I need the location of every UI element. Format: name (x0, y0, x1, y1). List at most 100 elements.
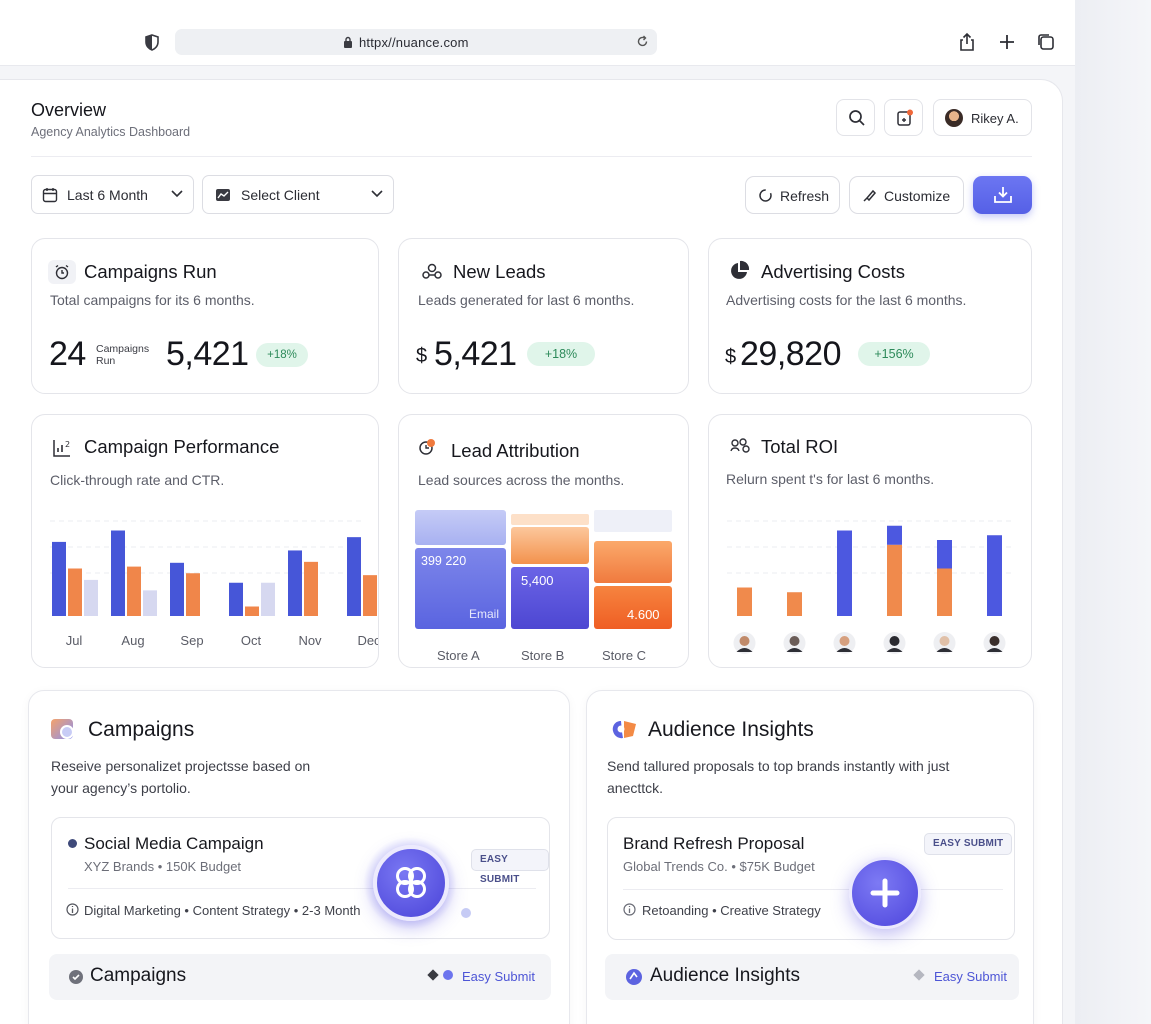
campaign-meta: XYZ Brands • 150K Budget (84, 859, 242, 874)
attribution-icon (419, 439, 435, 455)
campaign-action-button[interactable] (373, 845, 449, 921)
bar (245, 606, 259, 616)
client-value: Select Client (241, 187, 320, 203)
user-menu[interactable]: Rikey A. (933, 99, 1032, 136)
card-desc: Relurn spent t's for last 6 months. (726, 471, 935, 487)
bar (127, 566, 141, 616)
campaigns-icon (51, 719, 77, 741)
refresh-label: Refresh (780, 188, 830, 204)
bar (737, 587, 752, 616)
section-title: Audience Insights (648, 718, 814, 741)
proposal-meta: Global Trends Co. • $75K Budget (623, 859, 815, 874)
reload-icon[interactable] (636, 35, 649, 48)
page-subtitle: Agency Analytics Dashboard (31, 125, 191, 139)
card-desc: Advertising costs for the last 6 months. (726, 292, 967, 308)
x-tick-label: Aug (121, 633, 144, 648)
download-button[interactable] (973, 176, 1032, 214)
section-desc: Reseive personalizet projectsse based on… (51, 758, 311, 796)
campaign-performance-card: 2 Campaign Performance Click-through rat… (31, 414, 379, 668)
audience-strip[interactable]: Audience Insights Easy Submit (605, 954, 1019, 1000)
bar (987, 535, 1002, 616)
header-divider (31, 156, 1032, 157)
leads-icon (422, 263, 442, 279)
card-desc: Lead sources across the months. (418, 472, 625, 488)
lock-icon (344, 36, 352, 48)
proposal-tags: Retoanding • Creative Strategy (642, 903, 821, 918)
divider (68, 888, 536, 889)
change-badge: +18% (256, 343, 308, 367)
customize-button[interactable]: Customize (849, 176, 964, 214)
easy-submit-link[interactable]: Easy Submit (934, 969, 1007, 984)
address-bar[interactable]: httpx//nuance.com (175, 29, 657, 55)
indicator-dot (461, 908, 471, 918)
link-icon (396, 867, 426, 898)
chevron-down-icon (371, 190, 383, 198)
x-tick-label: Jul (66, 633, 83, 648)
currency-symbol: $ (416, 345, 428, 367)
card-title: Total ROI (761, 436, 839, 457)
bar (837, 530, 852, 616)
total-roi-chart (727, 520, 1014, 654)
search-button[interactable] (836, 99, 875, 136)
x-tick-label: Store C (602, 648, 646, 663)
x-tick-label: Oct (241, 633, 262, 648)
proposal-item[interactable]: Brand Refresh Proposal Global Trends Co.… (607, 817, 1015, 940)
user-name: Rikey A. (971, 111, 1019, 126)
refresh-button[interactable]: Refresh (745, 176, 840, 214)
section-title: Campaigns (88, 718, 195, 741)
people-icon (730, 438, 750, 453)
audience-insights-section: Audience Insights Send tallured proposal… (586, 690, 1034, 1024)
campaign-item[interactable]: Social Media Campaign XYZ Brands • 150K … (51, 817, 550, 939)
card-title: Campaigns Run (84, 261, 217, 282)
card-title: New Leads (453, 261, 546, 282)
stat-value: 5,421 (434, 335, 517, 373)
browser-toolbar: httpx//nuance.com (0, 0, 1075, 66)
bar (84, 579, 98, 616)
divider (623, 889, 1003, 890)
easy-submit-badge[interactable]: EASY SUBMIT (471, 849, 549, 885)
bar (288, 550, 302, 616)
dot-icon (443, 970, 453, 980)
easy-submit-link[interactable]: Easy Submit (462, 969, 535, 984)
audience-icon (612, 721, 636, 739)
alarm-icon (48, 260, 76, 284)
easy-submit-badge[interactable]: EASY SUBMIT (924, 833, 1013, 855)
add-proposal-button[interactable] (849, 857, 921, 929)
x-tick-label: Sep (180, 633, 203, 648)
settings-icon (69, 970, 83, 984)
new-tab-icon[interactable] (997, 32, 1017, 52)
notifications-button[interactable] (884, 99, 923, 136)
info-icon (66, 903, 79, 916)
card-title: Lead Attribution (451, 440, 580, 461)
client-select[interactable]: Select Client (202, 175, 394, 214)
diamond-icon (427, 969, 439, 981)
bar (347, 537, 361, 616)
bar (52, 541, 66, 616)
bar-chart-icon: 2 (53, 440, 70, 457)
bar (261, 582, 275, 616)
x-tick-label: Store A (437, 648, 480, 663)
bar (68, 568, 82, 616)
bar (170, 562, 184, 616)
stat-value: 5,421 (166, 335, 249, 373)
bar (937, 568, 952, 616)
campaigns-strip[interactable]: Campaigns Easy Submit (49, 954, 551, 1000)
campaign-performance-chart: Jul Aug Sep Oct Nov Dec (50, 520, 378, 648)
period-value: Last 6 Month (67, 187, 148, 203)
bar (937, 540, 952, 569)
chevron-down-icon (171, 190, 183, 198)
shield-icon[interactable] (144, 34, 160, 51)
card-title: Campaign Performance (84, 436, 280, 457)
bar-label: 5,400 (521, 573, 554, 588)
customize-label: Customize (884, 188, 951, 204)
share-icon[interactable] (957, 32, 977, 52)
notification-icon (897, 109, 913, 126)
x-tick-label: Dec (357, 633, 378, 648)
tabs-icon[interactable] (1036, 32, 1056, 52)
campaign-tags: Digital Marketing • Content Strategy • 2… (84, 903, 361, 918)
campaigns-section: Campaigns Reseive personalizet projectss… (28, 690, 570, 1024)
period-select[interactable]: Last 6 Month (31, 175, 194, 214)
page-background (1075, 0, 1151, 1024)
currency-symbol: $ (725, 346, 737, 368)
lead-attribution-card: Lead Attribution Lead sources across the… (398, 414, 689, 668)
